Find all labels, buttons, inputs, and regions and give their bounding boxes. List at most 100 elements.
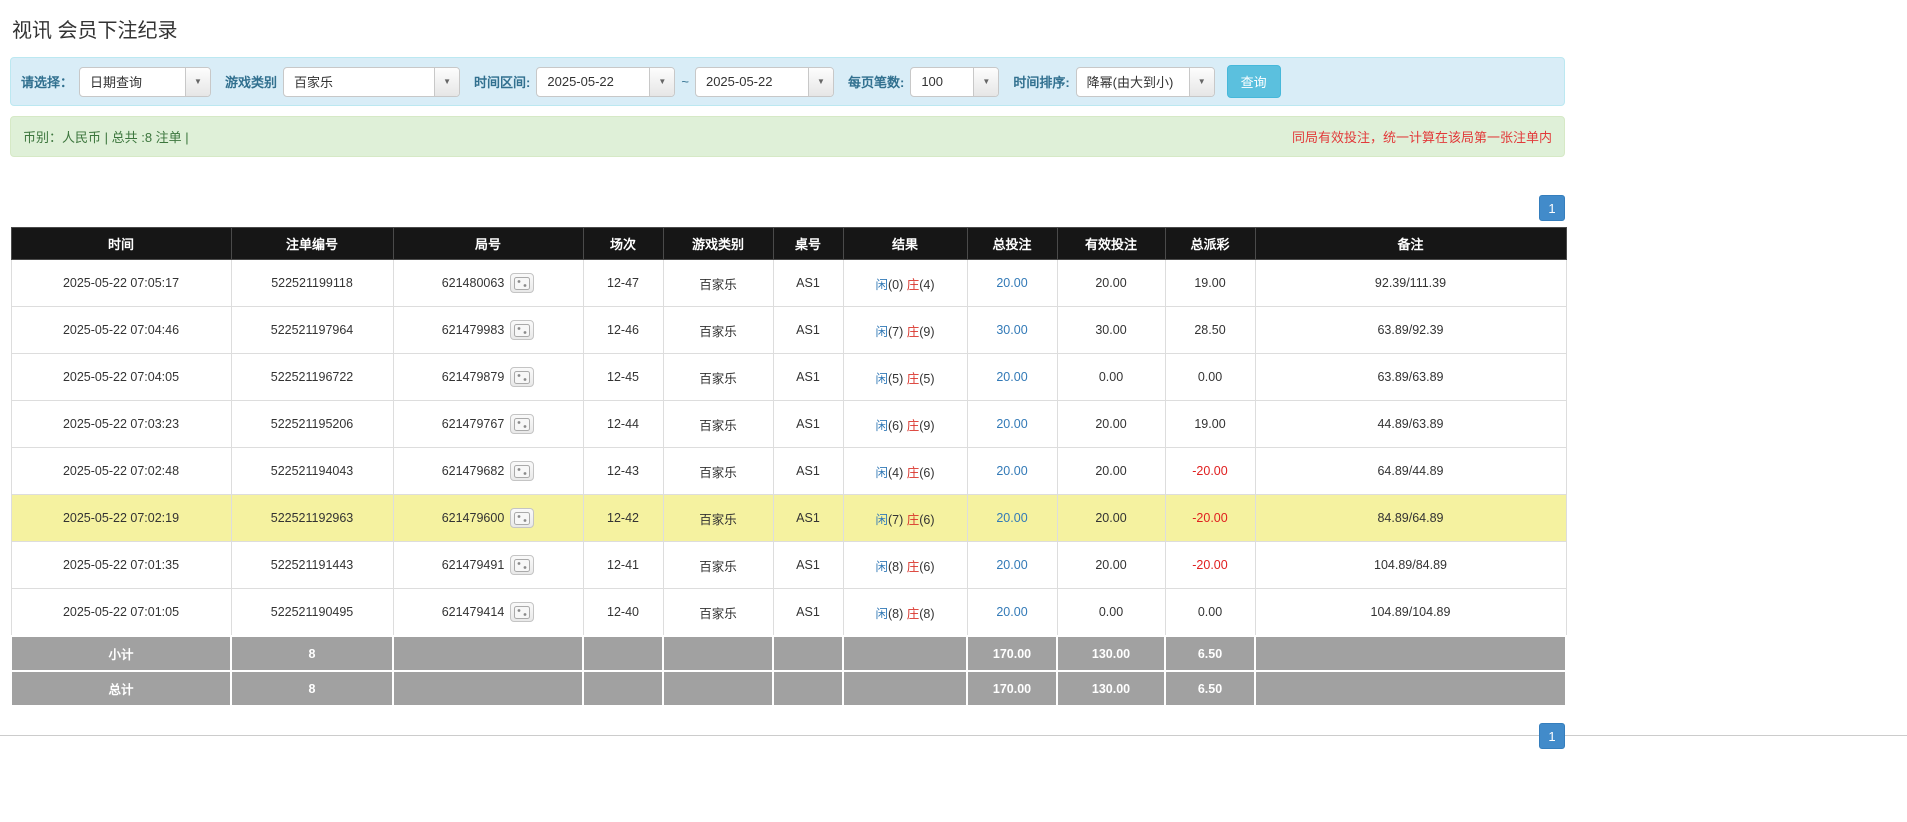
round-id-text: 621479414 bbox=[441, 605, 505, 619]
cell-bet-id: 522521195206 bbox=[230, 400, 394, 448]
cell-game-type: 百家乐 bbox=[662, 588, 774, 637]
page-size-select[interactable]: 100 ▼ bbox=[910, 66, 1000, 97]
round-result-icon[interactable] bbox=[510, 602, 535, 622]
currency-total-text: 币别：人民币 | 总共 :8 注单 | bbox=[23, 130, 189, 145]
cell-result: 闲(7) 庄(9) bbox=[842, 306, 968, 354]
total-payout: 6.50 bbox=[1164, 670, 1256, 707]
chevron-down-icon[interactable]: ▼ bbox=[807, 67, 833, 96]
result-player-score: (5) bbox=[887, 371, 904, 386]
cell-session: 12-42 bbox=[582, 494, 664, 542]
subtotal-label: 小计 bbox=[10, 635, 232, 672]
subtotal-row: 小计 8 170.00 130.00 6.50 bbox=[10, 635, 1567, 672]
cell-bet-id: 522521197964 bbox=[230, 306, 394, 354]
total-bet-link[interactable]: 20.00 bbox=[996, 605, 1027, 619]
result-player: 闲 bbox=[875, 465, 888, 480]
cell-time: 2025-05-22 07:05:17 bbox=[10, 259, 232, 307]
total-bet-link[interactable]: 20.00 bbox=[996, 464, 1027, 478]
result-player-score: (6) bbox=[887, 418, 904, 433]
round-result-icon[interactable] bbox=[510, 508, 535, 528]
chevron-down-icon[interactable]: ▼ bbox=[973, 67, 999, 96]
cell-result: 闲(6) 庄(9) bbox=[842, 400, 968, 448]
chevron-down-icon[interactable]: ▼ bbox=[649, 67, 675, 96]
cell-game-type: 百家乐 bbox=[662, 400, 774, 448]
result-banker: 庄 bbox=[906, 465, 920, 480]
result-banker-score: (9) bbox=[919, 324, 935, 339]
cell-bet-id: 522521192963 bbox=[230, 494, 394, 542]
total-count: 8 bbox=[230, 670, 394, 707]
page-1-button[interactable]: 1 bbox=[1539, 195, 1565, 221]
result-banker-score: (6) bbox=[919, 559, 935, 574]
subtotal-valid-bet: 130.00 bbox=[1056, 635, 1166, 672]
cell-remark: 92.39/111.39 bbox=[1254, 259, 1567, 307]
cell-bet-id: 522521194043 bbox=[230, 447, 394, 495]
cell-time: 2025-05-22 07:01:35 bbox=[10, 541, 232, 589]
cell-payout: -20.00 bbox=[1164, 447, 1256, 495]
result-banker-score: (4) bbox=[919, 277, 935, 292]
pagination-top: 1 bbox=[10, 195, 1565, 221]
cell-total-bet: 20.00 bbox=[966, 353, 1058, 401]
total-bet-link[interactable]: 20.00 bbox=[996, 511, 1027, 525]
date-from-select[interactable]: 2025-05-22 ▼ bbox=[536, 66, 676, 97]
cell-total-bet: 20.00 bbox=[966, 400, 1058, 448]
cell-round-id: 621479879 bbox=[392, 353, 584, 401]
total-bet-link[interactable]: 20.00 bbox=[996, 417, 1027, 431]
round-result-icon[interactable] bbox=[510, 273, 535, 293]
round-result-icon[interactable] bbox=[510, 320, 535, 340]
cell-remark: 84.89/64.89 bbox=[1254, 494, 1567, 542]
total-bet-link[interactable]: 20.00 bbox=[996, 276, 1027, 290]
result-player-score: (8) bbox=[887, 559, 904, 574]
cell-round-id: 621479983 bbox=[392, 306, 584, 354]
bet-records-table: 时间 注单编号 局号 场次 游戏类别 桌号 结果 总投注 有效投注 总派彩 备注 2025-05-2… bbox=[10, 227, 1567, 707]
total-bet-link[interactable]: 20.00 bbox=[996, 558, 1027, 572]
column-header: 游戏类别 bbox=[662, 227, 774, 260]
result-banker: 庄 bbox=[906, 606, 920, 621]
page-1-button[interactable]: 1 bbox=[1539, 723, 1565, 749]
cell-time: 2025-05-22 07:02:48 bbox=[10, 447, 232, 495]
cell-payout: 0.00 bbox=[1164, 353, 1256, 401]
round-result-icon[interactable] bbox=[510, 414, 535, 434]
sort-value: 降幂(由大到小) bbox=[1086, 75, 1174, 90]
table-row: 2025-05-22 07:01:35 522521191443 6214794… bbox=[10, 541, 1567, 589]
result-player: 闲 bbox=[875, 418, 888, 433]
search-button[interactable]: 查询 bbox=[1226, 65, 1281, 98]
total-bet-link[interactable]: 30.00 bbox=[996, 323, 1027, 337]
summary-bar: 币别：人民币 | 总共 :8 注单 | 同局有效投注，统一计算在该局第一张注单内 bbox=[10, 116, 1565, 157]
game-type-select[interactable]: 百家乐 ▼ bbox=[283, 66, 461, 97]
subtotal-total-bet: 170.00 bbox=[966, 635, 1058, 672]
query-type-select[interactable]: 日期查询 ▼ bbox=[79, 66, 212, 97]
cell-game-type: 百家乐 bbox=[662, 494, 774, 542]
cell-round-id: 621479414 bbox=[392, 588, 584, 637]
date-to-select[interactable]: 2025-05-22 ▼ bbox=[694, 66, 834, 97]
result-banker: 庄 bbox=[906, 559, 920, 574]
total-bet-link[interactable]: 20.00 bbox=[996, 370, 1027, 384]
sort-select[interactable]: 降幂(由大到小) ▼ bbox=[1075, 66, 1215, 97]
column-header: 备注 bbox=[1254, 227, 1567, 260]
cell-table-no: AS1 bbox=[772, 494, 844, 542]
round-result-icon[interactable] bbox=[510, 367, 535, 387]
chevron-down-icon[interactable]: ▼ bbox=[185, 67, 211, 96]
cell-time: 2025-05-22 07:01:05 bbox=[10, 588, 232, 637]
round-result-icon[interactable] bbox=[510, 555, 535, 575]
cell-time: 2025-05-22 07:04:05 bbox=[10, 353, 232, 401]
cell-game-type: 百家乐 bbox=[662, 353, 774, 401]
chevron-down-icon[interactable]: ▼ bbox=[1188, 67, 1214, 96]
round-result-icon[interactable] bbox=[510, 461, 535, 481]
cell-game-type: 百家乐 bbox=[662, 306, 774, 354]
cell-result: 闲(0) 庄(4) bbox=[842, 259, 968, 307]
cell-round-id: 621479682 bbox=[392, 447, 584, 495]
page-title: 视讯 会员下注纪录 bbox=[12, 20, 178, 42]
result-player: 闲 bbox=[875, 606, 888, 621]
cell-total-bet: 20.00 bbox=[966, 494, 1058, 542]
cell-bet-id: 522521196722 bbox=[230, 353, 394, 401]
round-id-text: 621480063 bbox=[441, 276, 505, 290]
cell-total-bet: 20.00 bbox=[966, 259, 1058, 307]
game-type-value: 百家乐 bbox=[294, 75, 334, 90]
cell-payout: 0.00 bbox=[1164, 588, 1256, 637]
chevron-down-icon[interactable]: ▼ bbox=[434, 67, 460, 96]
cell-result: 闲(8) 庄(6) bbox=[842, 541, 968, 589]
cell-total-bet: 20.00 bbox=[966, 541, 1058, 589]
result-banker-score: (5) bbox=[919, 371, 935, 386]
table-row: 2025-05-22 07:01:05 522521190495 6214794… bbox=[10, 588, 1567, 637]
round-id-text: 621479600 bbox=[441, 511, 505, 525]
cell-session: 12-44 bbox=[582, 400, 664, 448]
